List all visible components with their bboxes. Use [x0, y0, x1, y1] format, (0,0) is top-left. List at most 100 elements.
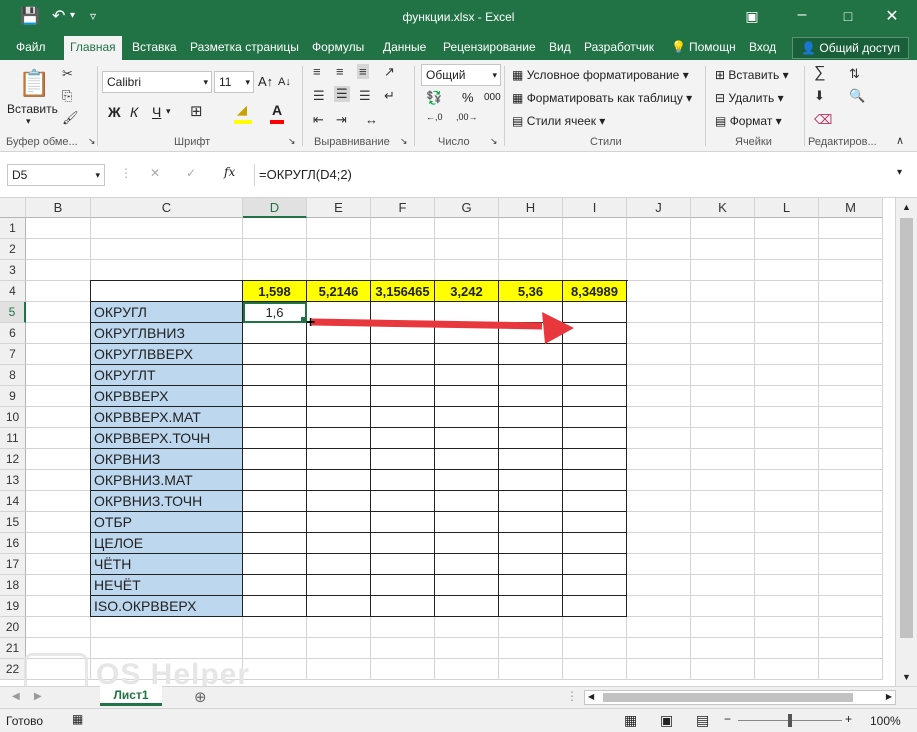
zoom-in-icon[interactable]: + — [845, 712, 852, 726]
copy-icon[interactable]: ⎘ — [62, 88, 72, 104]
italic-button[interactable]: К — [130, 104, 138, 120]
font-launcher-icon[interactable]: ↘ — [288, 136, 296, 147]
formula-input[interactable]: =ОКРУГЛ(D4;2) — [254, 164, 894, 186]
expand-formula-icon[interactable]: ▾ — [897, 167, 902, 178]
h-scroll-thumb[interactable] — [603, 693, 853, 702]
decrease-decimal-icon[interactable]: ,00→ — [456, 112, 478, 122]
wrap-text-icon[interactable]: ↵ — [384, 88, 395, 104]
tab-insert[interactable]: Вставка — [132, 40, 177, 54]
borders-icon[interactable]: ⊞ — [190, 102, 203, 120]
format-painter-icon[interactable]: 🖌 — [62, 110, 79, 126]
conditional-formatting-button[interactable]: ▦ Условное форматирование ▾ — [512, 68, 689, 82]
cancel-entry-icon[interactable]: ✕ — [150, 166, 160, 180]
align-top-icon[interactable]: ≡ — [313, 64, 321, 79]
cell-styles-button[interactable]: ▤ Стили ячеек ▾ — [512, 114, 605, 128]
tab-home[interactable]: Главная — [64, 36, 122, 60]
percent-button[interactable]: % — [462, 90, 474, 105]
confirm-entry-icon[interactable]: ✓ — [186, 166, 196, 180]
underline-dropdown-icon[interactable]: ▾ — [166, 106, 171, 117]
increase-decimal-icon[interactable]: ←,0 — [426, 112, 443, 122]
paste-dropdown-icon[interactable]: ▾ — [26, 116, 31, 127]
currency-icon[interactable]: 💱 — [426, 90, 442, 106]
page-break-view-icon[interactable]: ▤ — [696, 712, 709, 729]
sort-filter-icon[interactable]: ⇅ — [849, 66, 860, 82]
page-layout-view-icon[interactable]: ▣ — [660, 712, 673, 729]
tell-me[interactable]: Помощн — [689, 40, 736, 54]
format-as-table-button[interactable]: ▦ Форматировать как таблицу ▾ — [512, 91, 692, 105]
macro-record-icon[interactable]: ▦ — [72, 712, 83, 726]
tab-splitter-icon[interactable]: ⋮ — [566, 689, 578, 703]
align-left-icon[interactable]: ☰ — [313, 88, 325, 104]
scroll-left-icon[interactable]: ◀ — [588, 692, 594, 701]
clipboard-launcher-icon[interactable]: ↘ — [88, 136, 96, 147]
share-button[interactable]: 👤 Общий доступ — [792, 37, 909, 59]
find-select-icon[interactable]: 🔍 — [849, 88, 865, 104]
align-bottom-icon[interactable]: ≡ — [357, 64, 369, 79]
tab-view[interactable]: Вид — [549, 40, 571, 54]
tab-review[interactable]: Рецензирование — [443, 40, 536, 54]
increase-indent-icon[interactable]: ⇥ — [336, 112, 347, 128]
paste-button[interactable]: Вставить — [7, 102, 58, 116]
lightbulb-icon[interactable]: 💡 — [671, 40, 686, 54]
scroll-right-icon[interactable]: ▶ — [886, 692, 892, 701]
horizontal-scrollbar[interactable]: ◀ ▶ — [584, 690, 896, 705]
sign-in[interactable]: Вход — [749, 40, 776, 54]
align-middle-icon[interactable]: ≡ — [336, 64, 344, 79]
scroll-up-icon[interactable]: ▲ — [896, 202, 917, 212]
status-bar: Готово ▦ ▦ ▣ ▤ − + 100% — [0, 708, 917, 732]
cell-styles-icon: ▤ — [512, 114, 524, 128]
maximize-button[interactable]: □ — [828, 8, 868, 24]
delete-cells-button[interactable]: ⊟ Удалить ▾ — [715, 91, 784, 105]
align-right-icon[interactable]: ☰ — [359, 88, 371, 104]
clear-icon[interactable]: ⌫ — [814, 112, 832, 128]
tab-data[interactable]: Данные — [383, 40, 426, 54]
font-name-box[interactable]: Calibri ▾ — [102, 71, 212, 93]
font-size-box[interactable]: 11 ▾ — [214, 71, 254, 93]
new-sheet-icon[interactable]: ⊕ — [194, 688, 207, 706]
orientation-icon[interactable]: ↗ — [384, 64, 395, 80]
scroll-thumb[interactable] — [900, 218, 913, 638]
fill-color-icon[interactable]: ◢ — [237, 102, 247, 118]
font-size: 11 — [219, 75, 232, 89]
scroll-down-icon[interactable]: ▼ — [896, 672, 917, 682]
next-sheet-icon[interactable]: ▶ — [34, 691, 42, 702]
tab-page-layout[interactable]: Разметка страницы — [190, 40, 299, 54]
name-box-value: D5 — [12, 168, 28, 182]
insert-cells-button[interactable]: ⊞ Вставить ▾ — [715, 68, 789, 82]
paste-icon[interactable]: 📋 — [18, 68, 50, 99]
format-cells-button[interactable]: ▤ Формат ▾ — [715, 114, 782, 128]
minimize-button[interactable]: – — [782, 6, 822, 24]
vertical-scrollbar[interactable]: ▲ ▼ — [895, 198, 917, 686]
number-launcher-icon[interactable]: ↘ — [490, 136, 498, 147]
fill-icon[interactable]: ⬇ — [814, 88, 825, 104]
autosum-icon[interactable]: ∑ — [814, 64, 825, 82]
insert-cells-icon: ⊞ — [715, 68, 726, 82]
alignment-launcher-icon[interactable]: ↘ — [400, 136, 408, 147]
cut-icon[interactable]: ✂ — [62, 66, 73, 82]
insert-function-button[interactable]: fx — [224, 165, 235, 179]
thousands-button[interactable]: 000 — [484, 92, 501, 103]
tab-developer[interactable]: Разработчик — [584, 40, 654, 54]
tab-formulas[interactable]: Формулы — [312, 40, 364, 54]
sheet-tabs-bar: ◀ ▶ Лист1 ⊕ ⋮ ◀ ▶ — [0, 686, 917, 708]
ribbon-display-icon[interactable]: ▣ — [732, 8, 772, 25]
number-format-box[interactable]: Общий ▾ — [421, 64, 501, 86]
collapse-ribbon-icon[interactable]: ∧ — [896, 134, 904, 147]
decrease-indent-icon[interactable]: ⇤ — [313, 112, 324, 128]
bold-button[interactable]: Ж — [108, 104, 121, 120]
underline-button[interactable]: Ч — [152, 104, 161, 120]
increase-font-icon[interactable]: A↑ — [258, 74, 273, 89]
prev-sheet-icon[interactable]: ◀ — [12, 691, 20, 702]
merge-center-icon[interactable]: ↔ — [365, 112, 378, 127]
font-color-icon[interactable]: A — [272, 102, 282, 118]
tab-file[interactable]: Файл — [16, 40, 46, 54]
name-box[interactable]: D5 ▾ — [7, 164, 105, 186]
normal-view-icon[interactable]: ▦ — [624, 712, 637, 729]
zoom-out-icon[interactable]: − — [724, 712, 731, 726]
zoom-slider-thumb[interactable] — [788, 714, 792, 727]
decrease-font-icon[interactable]: A↓ — [278, 76, 291, 88]
zoom-level[interactable]: 100% — [870, 714, 901, 728]
align-center-icon[interactable]: ☰ — [334, 86, 350, 102]
sheet-tab-list1[interactable]: Лист1 — [100, 686, 162, 706]
close-button[interactable]: ✕ — [872, 6, 912, 26]
